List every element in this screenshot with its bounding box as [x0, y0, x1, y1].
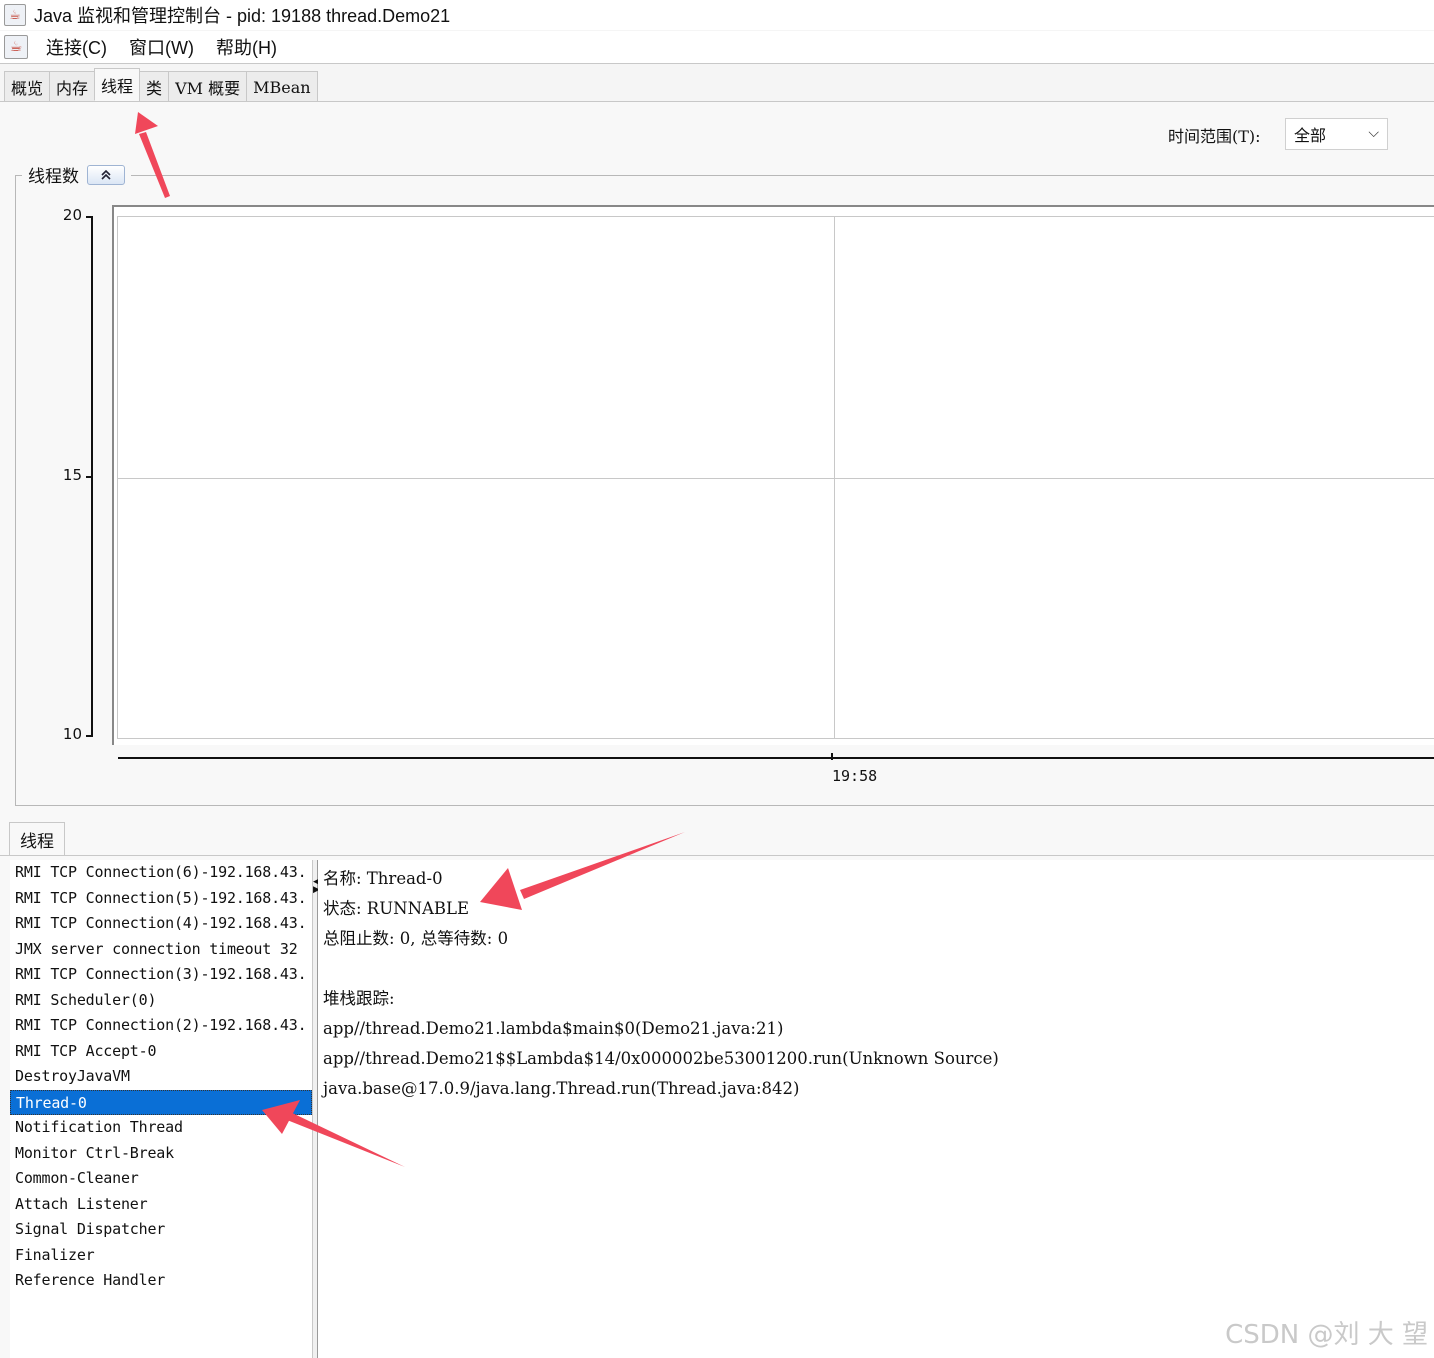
thread-list-item[interactable]: Notification Thread: [10, 1115, 312, 1141]
java-cup-icon[interactable]: ☕: [4, 35, 28, 59]
x-axis-tick: [831, 753, 833, 760]
thread-list-item[interactable]: RMI Scheduler(0): [10, 988, 312, 1014]
y-tick-label: 20: [62, 206, 82, 224]
menu-help[interactable]: 帮助(H): [212, 32, 281, 62]
menu-connection[interactable]: 连接(C): [42, 32, 111, 62]
thread-list-item[interactable]: RMI TCP Connection(4)-192.168.43.: [10, 911, 312, 937]
threads-subtab[interactable]: 线程: [9, 822, 65, 855]
thread-list-item[interactable]: RMI TCP Connection(6)-192.168.43.: [10, 860, 312, 886]
time-range-label: 时间范围(T):: [1168, 127, 1261, 146]
tab-divider: [0, 101, 1434, 102]
x-tick-label: 19:58: [832, 767, 878, 785]
thread-list-item[interactable]: RMI TCP Connection(3)-192.168.43.: [10, 962, 312, 988]
thread-state-line: 状态: RUNNABLE: [323, 899, 470, 918]
chevron-down-icon: ⌵: [1368, 125, 1379, 141]
tab-mbean[interactable]: MBean: [246, 71, 318, 102]
thread-list-item[interactable]: RMI TCP Connection(5)-192.168.43.: [10, 886, 312, 912]
thread-list-item[interactable]: Thread-0: [10, 1089, 312, 1115]
stack-trace-title: 堆栈跟踪:: [323, 989, 395, 1008]
y-tick-label: 15: [62, 465, 82, 484]
thread-counts-line: 总阻止数: 0, 总等待数: 0: [323, 929, 509, 948]
thread-list-item[interactable]: RMI TCP Connection(2)-192.168.43.: [10, 1013, 312, 1039]
chart-panel-header: 线程数: [22, 162, 131, 187]
y-axis-tick: [86, 216, 93, 218]
thread-list-item[interactable]: Signal Dispatcher: [10, 1217, 312, 1243]
stack-frame: app//thread.Demo21$$Lambda$14/0x000002be…: [323, 1049, 999, 1068]
stack-frame: java.base@17.0.9/java.lang.Thread.run(Th…: [323, 1079, 800, 1098]
tab-bar: 概览 内存 线程 类 VM 概要 MBean: [4, 68, 318, 102]
thread-name-line: 名称: Thread-0: [323, 869, 443, 888]
java-cup-icon: ☕: [4, 4, 26, 26]
thread-list-item[interactable]: DestroyJavaVM: [10, 1064, 312, 1090]
double-chevron-up-icon: [101, 169, 111, 180]
thread-list-item[interactable]: Monitor Ctrl-Break: [10, 1141, 312, 1167]
thread-list-item[interactable]: JMX server connection timeout 32: [10, 937, 312, 963]
stack-frame: app//thread.Demo21.lambda$main$0(Demo21.…: [323, 1019, 784, 1038]
lower-divider: [0, 855, 1434, 856]
thread-list-item[interactable]: Reference Handler: [10, 1268, 312, 1294]
grid-line: [834, 216, 835, 739]
tab-memory[interactable]: 内存: [49, 71, 96, 102]
thread-list-item[interactable]: RMI TCP Accept-0: [10, 1039, 312, 1065]
tab-classes[interactable]: 类: [139, 71, 170, 102]
plot-area: [112, 205, 1434, 745]
menu-window[interactable]: 窗口(W): [125, 32, 198, 62]
title-bar: ☕ Java 监视和管理控制台 - pid: 19188 thread.Demo…: [0, 0, 1434, 30]
tab-overview[interactable]: 概览: [4, 71, 51, 102]
thread-details: 名称: Thread-0 状态: RUNNABLE 总阻止数: 0, 总等待数:…: [318, 860, 1434, 1358]
time-range-value: 全部: [1294, 126, 1327, 145]
window-title: Java 监视和管理控制台 - pid: 19188 thread.Demo21: [34, 6, 451, 26]
watermark: CSDN @刘 大 望: [1225, 1320, 1428, 1350]
thread-list[interactable]: RMI TCP Connection(6)-192.168.43. RMI TCP…: [10, 860, 312, 1358]
y-axis-tick: [86, 475, 93, 478]
grid-line: [117, 477, 1434, 479]
x-axis: [118, 757, 1434, 759]
thread-list-item[interactable]: Attach Listener: [10, 1192, 312, 1218]
thread-list-item[interactable]: Finalizer: [10, 1243, 312, 1269]
chart-title: 线程数: [28, 167, 79, 187]
collapse-chart-button[interactable]: [87, 164, 125, 185]
time-range-select[interactable]: 全部 ⌵: [1285, 118, 1388, 150]
tab-vm-summary[interactable]: VM 概要: [168, 71, 248, 102]
y-tick-label: 10: [62, 725, 82, 743]
tab-threads[interactable]: 线程: [94, 68, 141, 101]
menu-bar: ☕ 连接(C) 窗口(W) 帮助(H): [0, 31, 1434, 64]
y-axis-tick: [86, 735, 93, 737]
thread-list-item[interactable]: Common-Cleaner: [10, 1166, 312, 1192]
